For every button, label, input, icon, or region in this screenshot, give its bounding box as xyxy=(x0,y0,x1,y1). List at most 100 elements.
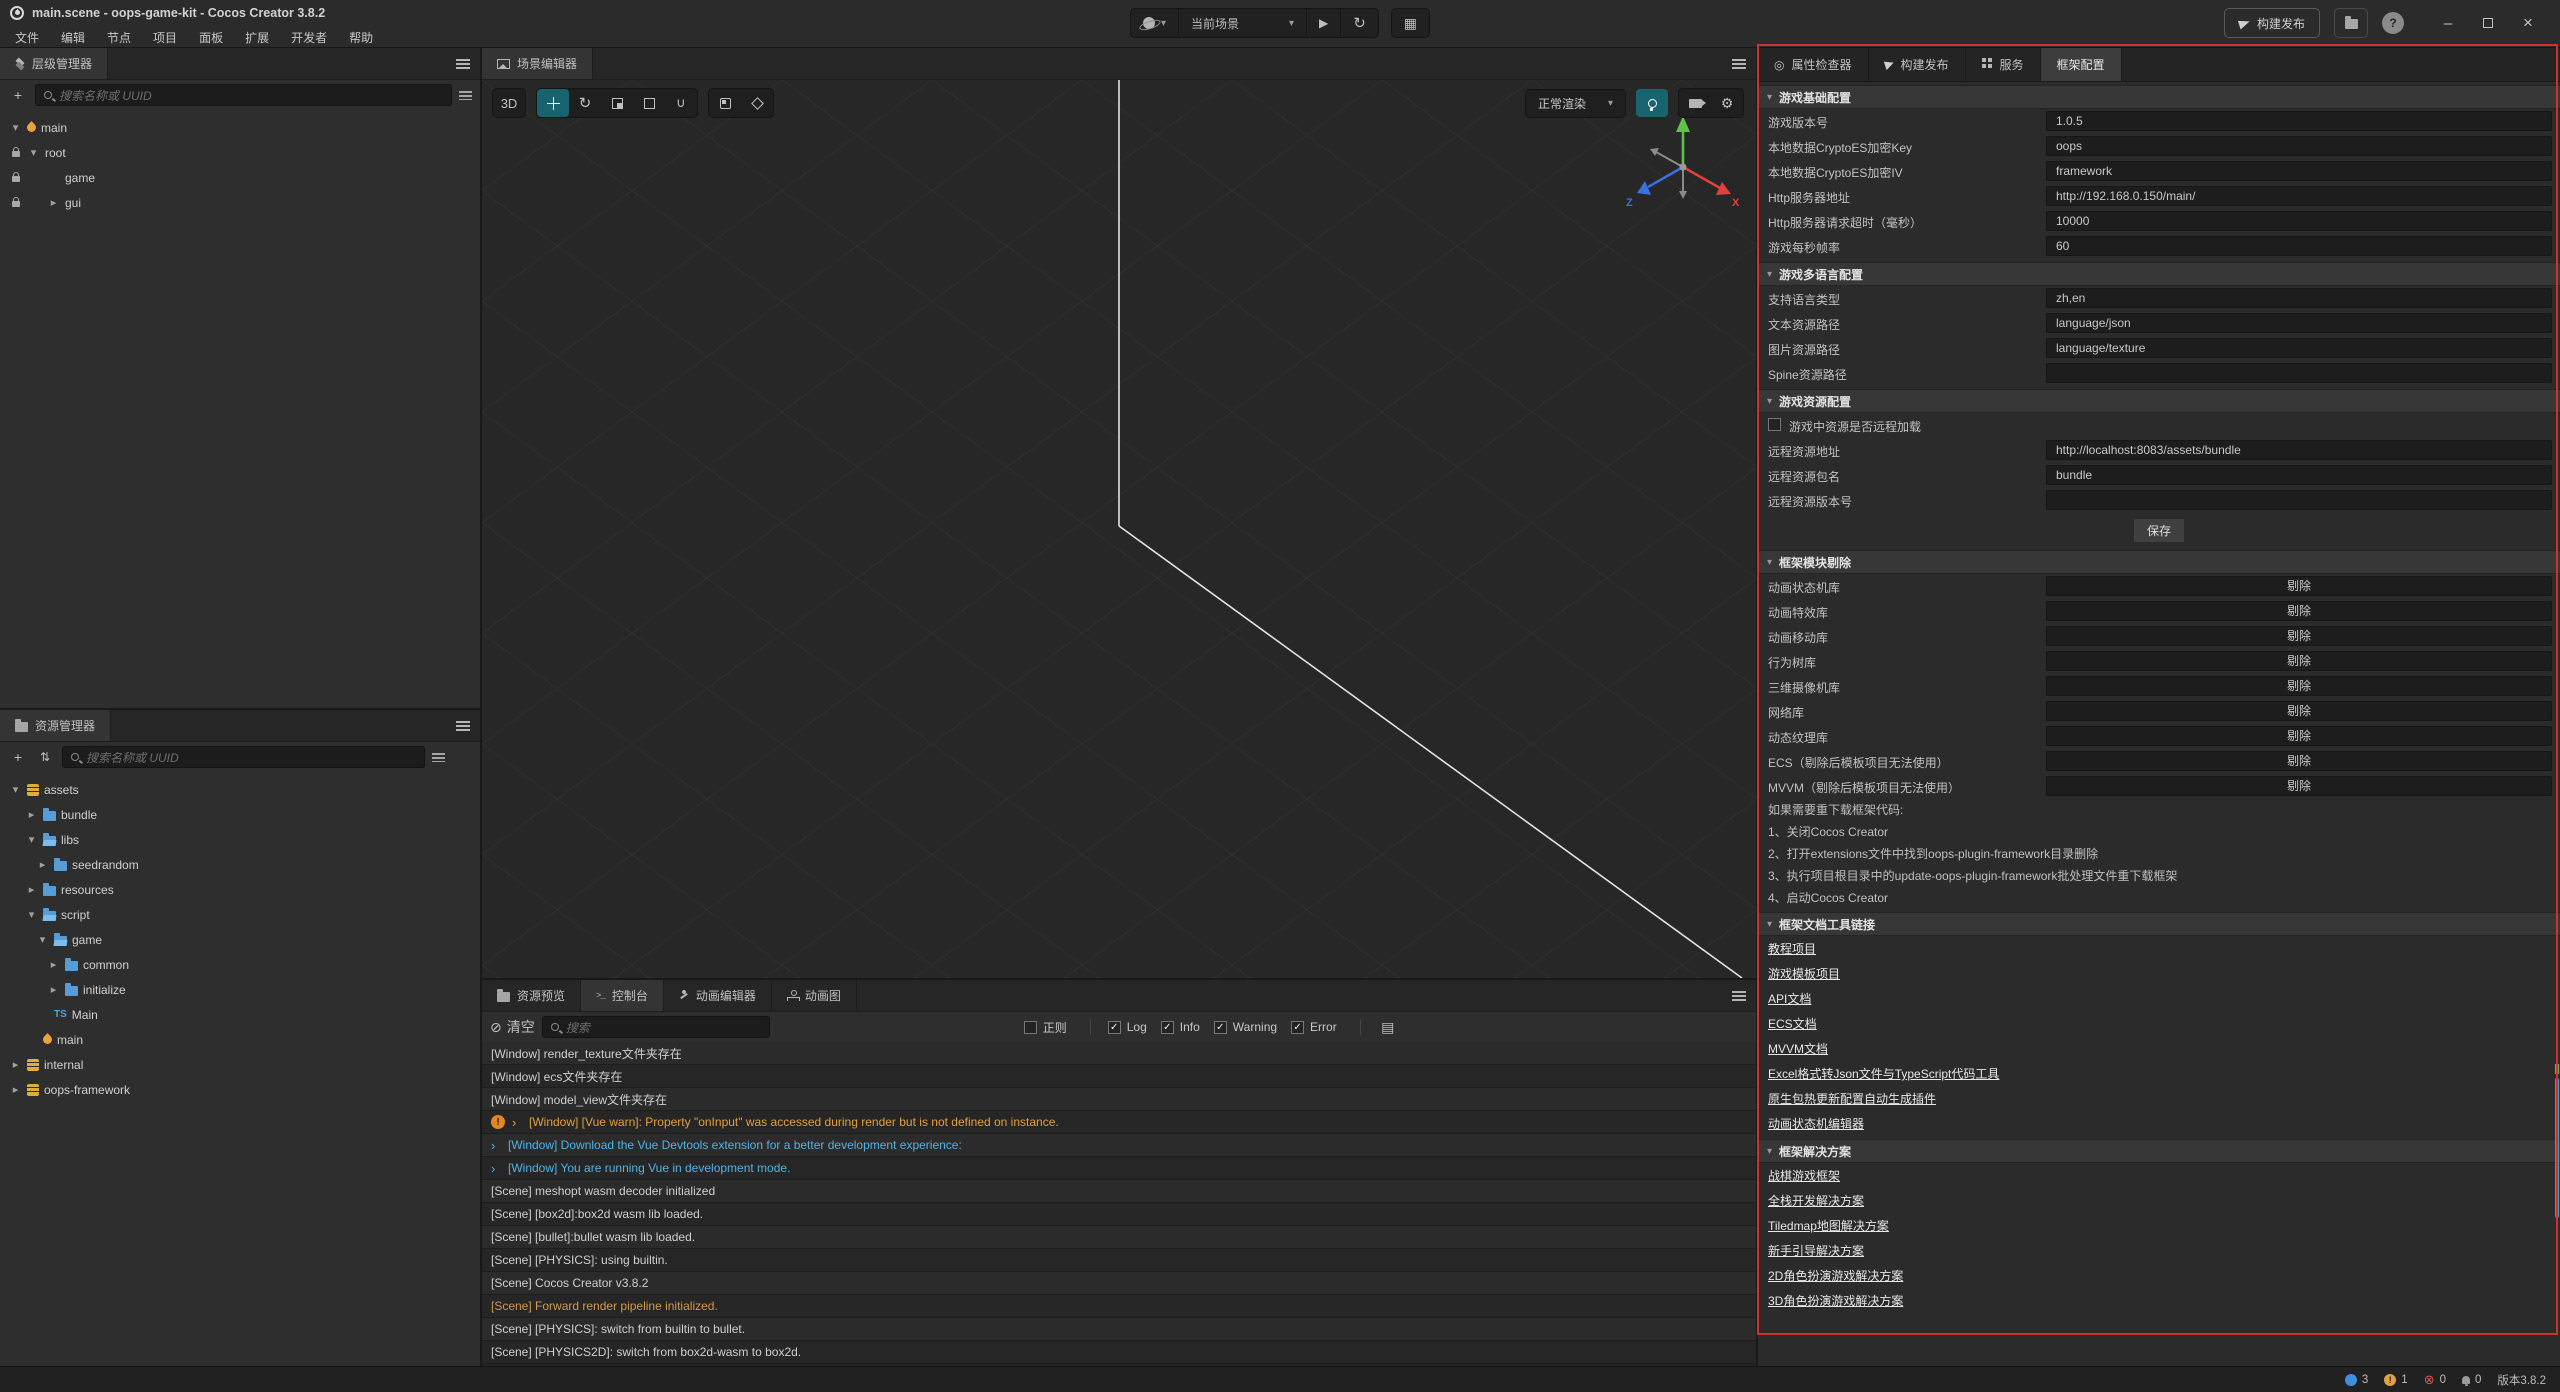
cull-button[interactable]: 剔除 xyxy=(2046,701,2552,721)
chevron-down-icon[interactable]: ▾ xyxy=(9,783,22,796)
open-project-folder-button[interactable] xyxy=(2334,8,2368,38)
camera-preview-button[interactable] xyxy=(1679,89,1711,117)
create-asset-button[interactable]: + xyxy=(8,746,28,768)
scrollbar-thumb[interactable] xyxy=(2555,1078,2559,1218)
filter-checkbox[interactable]: ✓ xyxy=(1214,1021,1227,1034)
menu-item[interactable]: 节点 xyxy=(96,27,142,48)
tab-scene-editor[interactable]: 场景编辑器 xyxy=(482,48,593,79)
chevron-down-icon[interactable]: ▾ xyxy=(25,833,38,846)
doc-link[interactable]: 游戏模板项目 xyxy=(1768,965,1840,982)
doc-link[interactable]: 2D角色扮演游戏解决方案 xyxy=(1768,1267,1903,1284)
doc-link[interactable]: 教程项目 xyxy=(1768,940,1816,957)
play-button[interactable]: ▶ xyxy=(1307,9,1341,37)
tree-row[interactable]: ▾assets xyxy=(0,777,480,802)
doc-link[interactable]: Excel格式转Json文件与TypeScript代码工具 xyxy=(1768,1065,1999,1082)
notification-badge[interactable]: 0 xyxy=(2462,1374,2481,1386)
local-space-button[interactable] xyxy=(741,89,773,117)
scale-tool-button[interactable] xyxy=(601,89,633,117)
clear-console-button[interactable]: ⊘ 清空 xyxy=(490,1016,535,1038)
remote-load-checkbox[interactable] xyxy=(1768,418,1781,431)
rotate-tool-button[interactable]: ↻ xyxy=(569,89,601,117)
cull-button[interactable]: 剔除 xyxy=(2046,776,2552,796)
tree-row[interactable]: ▸initialize xyxy=(0,977,480,1002)
menu-item[interactable]: 扩展 xyxy=(234,27,280,48)
filter-icon[interactable] xyxy=(459,91,472,100)
sort-assets-button[interactable]: ⇅ xyxy=(35,746,55,768)
maximize-button[interactable] xyxy=(2468,8,2508,38)
chevron-down-icon[interactable]: ▾ xyxy=(9,121,22,134)
section-header[interactable]: ▾游戏资源配置 xyxy=(1758,389,2560,413)
render-mode-dropdown[interactable]: 正常渲染 ▾ xyxy=(1525,89,1626,118)
preview-target-button[interactable]: ▾ xyxy=(1131,9,1179,37)
minimize-button[interactable]: – xyxy=(2428,8,2468,38)
refresh-assets-button[interactable] xyxy=(452,746,472,768)
doc-link[interactable]: 全栈开发解决方案 xyxy=(1768,1192,1864,1209)
panel-menu-icon[interactable] xyxy=(456,59,470,69)
cull-button[interactable]: 剔除 xyxy=(2046,726,2552,746)
section-header[interactable]: ▾框架模块剔除 xyxy=(1758,550,2560,574)
field-input[interactable]: 1.0.5 xyxy=(2046,111,2552,131)
doc-link[interactable]: 动画状态机编辑器 xyxy=(1768,1115,1864,1132)
menu-item[interactable]: 编辑 xyxy=(50,27,96,48)
chevron-right-icon[interactable]: ▸ xyxy=(25,808,38,821)
menu-item[interactable]: 面板 xyxy=(188,27,234,48)
log-count-badge[interactable]: 3 xyxy=(2345,1374,2368,1386)
chevron-down-icon[interactable]: ▾ xyxy=(36,933,49,946)
tree-row[interactable]: ▸gui xyxy=(0,190,480,215)
filter-checkbox[interactable]: ✓ xyxy=(1161,1021,1174,1034)
cull-button[interactable]: 剔除 xyxy=(2046,676,2552,696)
filter-log[interactable]: ✓Log xyxy=(1108,1020,1147,1034)
chevron-right-icon[interactable]: ▸ xyxy=(47,958,60,971)
field-input[interactable]: 60 xyxy=(2046,236,2552,256)
cull-button[interactable]: 剔除 xyxy=(2046,626,2552,646)
build-publish-button[interactable]: 构建发布 xyxy=(2224,8,2320,38)
doc-link[interactable]: MVVM文档 xyxy=(1768,1040,1828,1057)
tab-build[interactable]: 构建发布 xyxy=(1869,48,1966,81)
section-header[interactable]: ▾框架解决方案 xyxy=(1758,1139,2560,1163)
tree-row[interactable]: ▸oops-framework xyxy=(0,1077,480,1102)
menu-item[interactable]: 项目 xyxy=(142,27,188,48)
tab-service[interactable]: 服务 xyxy=(1966,48,2041,81)
expand-chevron-icon[interactable]: › xyxy=(491,1138,501,1153)
scene-settings-button[interactable]: ⚙ xyxy=(1711,89,1743,117)
console-log-list[interactable]: [Window] render_texture文件夹存在[Window] ecs… xyxy=(482,1042,1756,1366)
create-node-button[interactable]: + xyxy=(8,84,28,106)
tree-row[interactable]: game xyxy=(0,165,480,190)
panel-menu-icon[interactable] xyxy=(1732,59,1746,69)
section-header[interactable]: ▾游戏基础配置 xyxy=(1758,85,2560,109)
tab-assets[interactable]: 资源管理器 xyxy=(0,710,111,741)
tree-row[interactable]: ▾main xyxy=(0,115,480,140)
field-input[interactable]: language/texture xyxy=(2046,338,2552,358)
filter-warning[interactable]: ✓Warning xyxy=(1214,1020,1277,1034)
doc-link[interactable]: 3D角色扮演游戏解决方案 xyxy=(1768,1292,1903,1309)
field-input[interactable]: http://localhost:8083/assets/bundle xyxy=(2046,440,2552,460)
tree-row[interactable]: ▾libs xyxy=(0,827,480,852)
tree-row[interactable]: ▸common xyxy=(0,952,480,977)
panel-menu-icon[interactable] xyxy=(1732,991,1746,1001)
chevron-right-icon[interactable]: ▸ xyxy=(47,983,60,996)
chevron-down-icon[interactable]: ▾ xyxy=(25,908,38,921)
toggle-3d-button[interactable]: 3D xyxy=(493,89,525,117)
anchor-tool-button[interactable]: ∪ xyxy=(665,89,697,117)
filter-info[interactable]: ✓Info xyxy=(1161,1020,1200,1034)
lighting-toggle-button[interactable] xyxy=(1636,89,1668,117)
section-header[interactable]: ▾框架文档工具链接 xyxy=(1758,912,2560,936)
open-log-file-button[interactable]: ▤ xyxy=(1378,1016,1398,1038)
field-input[interactable]: bundle xyxy=(2046,465,2552,485)
cull-button[interactable]: 剔除 xyxy=(2046,751,2552,771)
field-input[interactable]: oops xyxy=(2046,136,2552,156)
field-input[interactable] xyxy=(2046,490,2552,510)
tab-console-2[interactable]: 动画编辑器 xyxy=(664,980,772,1011)
field-input[interactable]: zh,en xyxy=(2046,288,2552,308)
hierarchy-search-input[interactable]: 搜索名称或 UUID xyxy=(35,84,452,106)
tab-hierarchy[interactable]: 层级管理器 xyxy=(0,48,108,79)
tree-row[interactable]: ▸seedrandom xyxy=(0,852,480,877)
field-input[interactable]: 10000 xyxy=(2046,211,2552,231)
save-button[interactable]: 保存 xyxy=(2133,518,2185,543)
regex-toggle[interactable]: 正则 xyxy=(1024,1019,1067,1036)
filter-checkbox[interactable]: ✓ xyxy=(1108,1021,1121,1034)
tree-row[interactable]: ▸resources xyxy=(0,877,480,902)
move-tool-button[interactable] xyxy=(537,89,569,117)
console-search-input[interactable]: 搜索 xyxy=(542,1016,770,1038)
orientation-gizmo[interactable]: Y X Z xyxy=(1618,102,1748,232)
